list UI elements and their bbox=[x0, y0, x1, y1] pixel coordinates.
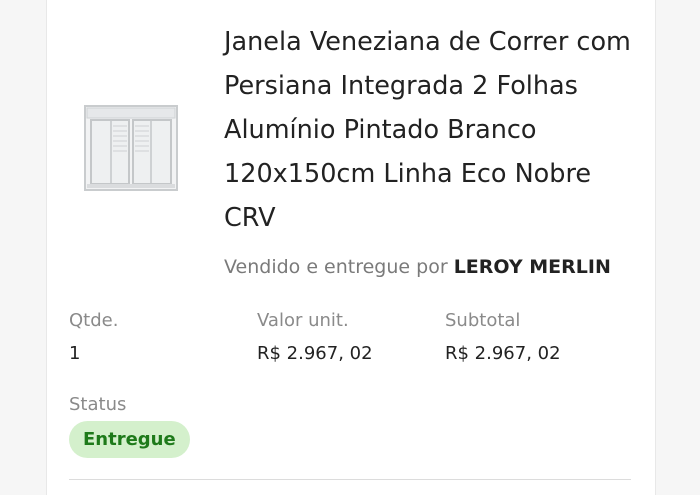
product-image[interactable] bbox=[83, 104, 179, 192]
seller-name: LEROY MERLIN bbox=[453, 256, 611, 278]
subtotal-label: Subtotal bbox=[445, 310, 521, 331]
seller-prefix: Vendido e entregue por bbox=[224, 256, 448, 278]
status-badge: Entregue bbox=[69, 421, 190, 458]
quantity-label: Qtde. bbox=[69, 310, 119, 331]
seller-info: Vendido e entregue por LEROY MERLIN bbox=[224, 256, 611, 278]
divider bbox=[69, 479, 631, 480]
order-item-card: Janela Veneziana de Correr com Persiana … bbox=[46, 0, 656, 495]
subtotal-value: R$ 2.967, 02 bbox=[445, 343, 561, 364]
unit-price-value: R$ 2.967, 02 bbox=[257, 343, 373, 364]
product-title[interactable]: Janela Veneziana de Correr com Persiana … bbox=[224, 20, 649, 240]
status-label: Status bbox=[69, 394, 127, 415]
unit-price-label: Valor unit. bbox=[257, 310, 349, 331]
quantity-value: 1 bbox=[69, 343, 81, 364]
